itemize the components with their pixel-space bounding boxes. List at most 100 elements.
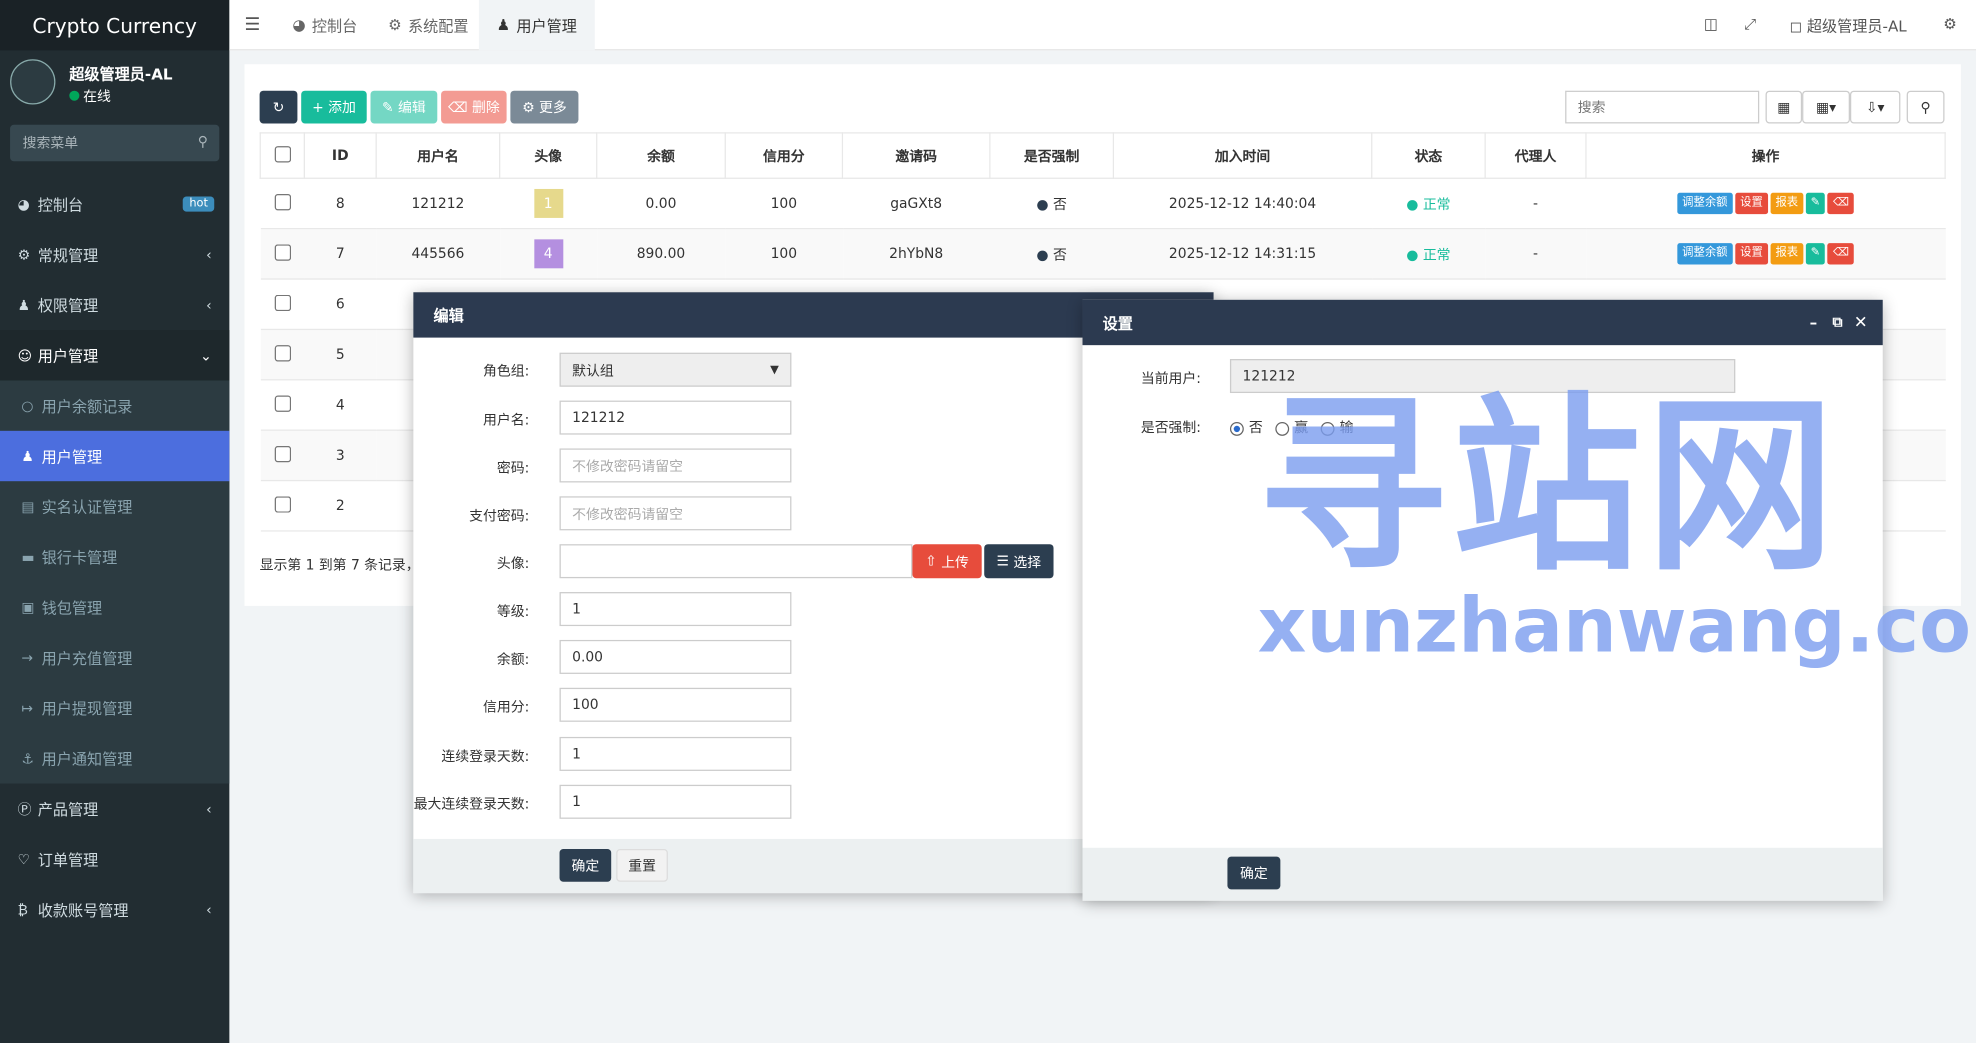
current-user-input[interactable]: 121212 — [1229, 359, 1736, 394]
upload-button[interactable]: ⇧ 上传 — [912, 544, 982, 579]
th-balance[interactable]: 余额 — [596, 132, 726, 179]
menu-toggle-icon[interactable]: ☰ — [244, 15, 260, 35]
sub-item-realname[interactable]: ▤ 实名认证管理 — [0, 481, 229, 531]
level-input[interactable]: 1 — [559, 592, 792, 627]
settings-button[interactable]: 设置 — [1735, 192, 1768, 215]
delete-button[interactable]: ⌫ 删除 — [441, 90, 507, 124]
dashboard-icon: ◕ — [17, 195, 30, 213]
sub-item-withdraw[interactable]: ↦ 用户提现管理 — [0, 683, 229, 733]
row-select-cell — [260, 430, 305, 482]
dot-icon: ● — [1036, 195, 1049, 213]
row-checkbox[interactable] — [274, 495, 291, 513]
sub-item-bankcard[interactable]: ▬ 银行卡管理 — [0, 532, 229, 582]
app-logo[interactable]: Crypto Currency — [0, 0, 230, 51]
row-checkbox[interactable] — [274, 394, 291, 412]
edit-confirm-button[interactable]: 确定 — [559, 849, 612, 882]
login-days-input[interactable]: 1 — [559, 736, 792, 771]
edit-button[interactable]: ✎ 编辑 — [370, 90, 438, 124]
minimize-icon[interactable]: – — [1810, 314, 1818, 332]
balance-input[interactable]: 0.00 — [559, 639, 792, 674]
search-icon[interactable]: ⚲ — [198, 134, 208, 150]
maximize-icon[interactable]: ⧉ — [1833, 314, 1843, 332]
edit-reset-button[interactable]: 重置 — [616, 849, 668, 882]
export-button[interactable]: ⇩▾ — [1849, 90, 1901, 124]
report-button[interactable]: 报表 — [1770, 243, 1804, 265]
menu-search-input[interactable] — [10, 124, 220, 162]
columns-button[interactable]: ▦▾ — [1802, 90, 1850, 124]
row-delete-button[interactable]: ⌫ — [1827, 243, 1854, 265]
settings-modal-title: 设置 — [1102, 314, 1133, 332]
menu-item-user[interactable]: ☺ 用户管理 ⌄ — [0, 330, 230, 381]
refresh-button[interactable]: ↻ — [259, 90, 298, 124]
close-icon[interactable]: ✕ — [1854, 313, 1868, 332]
field-label: 角色组: — [483, 362, 530, 380]
role-group-select[interactable]: 默认组 ▼ — [559, 352, 792, 387]
row-edit-button[interactable]: ✎ — [1805, 192, 1826, 215]
cell-avatar: 4 — [499, 228, 597, 280]
translate-icon[interactable]: ◫ — [1704, 15, 1718, 33]
sub-item-notice[interactable]: ⚓ 用户通知管理 — [0, 733, 229, 783]
field-label: 头像: — [496, 555, 530, 572]
select-all-checkbox[interactable] — [274, 145, 291, 162]
password-input[interactable]: 不修改密码请留空 — [559, 448, 792, 483]
row-checkbox[interactable] — [274, 243, 291, 261]
avatar — [10, 59, 56, 105]
toggle-view-button[interactable]: ▦ — [1765, 90, 1803, 124]
add-button[interactable]: + 添加 — [301, 90, 367, 124]
avatar[interactable]: 1 — [533, 188, 563, 218]
avatar-input[interactable] — [559, 544, 913, 579]
max-login-days-input[interactable]: 1 — [559, 784, 792, 819]
settings-confirm-button[interactable]: 确定 — [1227, 856, 1281, 890]
row-checkbox[interactable] — [274, 193, 291, 210]
adjust-balance-button[interactable]: 调整余额 — [1677, 243, 1733, 265]
adjust-balance-button[interactable]: 调整余额 — [1677, 192, 1733, 215]
force-option-win[interactable]: 赢 — [1275, 417, 1308, 437]
row-delete-button[interactable]: ⌫ — [1827, 192, 1854, 215]
th-join-time[interactable]: 加入时间 — [1112, 132, 1373, 179]
table-row[interactable]: 7 445566 4 890.00 100 2hYbN8 ● 否 2025-12… — [260, 228, 1946, 280]
chevron-down-icon: ⌄ — [200, 347, 212, 364]
menu-item-account[interactable]: ₿ 收款账号管理 ‹ — [0, 884, 229, 934]
force-option-lose[interactable]: 输 — [1320, 417, 1353, 437]
dot-icon: ● — [1406, 246, 1419, 263]
sub-item-user-manage[interactable]: ♟ 用户管理 — [0, 430, 230, 482]
th-id[interactable]: ID — [303, 132, 377, 179]
menu-item-dashboard[interactable]: ◕ 控制台 hot — [0, 179, 229, 229]
settings-modal-header[interactable]: 设置 – ⧉ ✕ — [1082, 299, 1883, 346]
product-icon: Ⓟ — [17, 801, 32, 818]
menu-item-general[interactable]: ⚙ 常规管理 ‹ — [0, 229, 229, 279]
menu-label: 常规管理 — [37, 246, 99, 264]
avatar[interactable]: 4 — [533, 239, 563, 269]
menu-item-order[interactable]: ♡ 订单管理 — [0, 834, 229, 884]
sub-item-wallet[interactable]: ▣ 钱包管理 — [0, 582, 229, 632]
gears-icon[interactable]: ⚙ — [1943, 15, 1957, 33]
row-select-cell — [260, 228, 305, 280]
row-edit-button[interactable]: ✎ — [1805, 243, 1826, 265]
sub-item-recharge[interactable]: → 用户充值管理 — [0, 632, 229, 682]
menu-item-product[interactable]: Ⓟ 产品管理 ‹ — [0, 784, 229, 834]
search-button[interactable]: ⚲ — [1906, 90, 1945, 124]
fullscreen-icon[interactable]: ⤢ — [1744, 15, 1756, 34]
table-search-input[interactable] — [1565, 90, 1760, 124]
user-icon: ♟ — [496, 16, 511, 35]
choose-button[interactable]: ☰ 选择 — [984, 544, 1054, 579]
credit-input[interactable]: 100 — [559, 687, 792, 722]
tab-system-config[interactable]: ⚙ 系统配置 — [370, 0, 486, 50]
tab-dashboard[interactable]: ◕ 控制台 — [275, 0, 375, 50]
tab-user-manage[interactable]: ♟ 用户管理 — [478, 0, 595, 51]
report-button[interactable]: 报表 — [1770, 192, 1804, 215]
row-checkbox[interactable] — [274, 445, 291, 462]
menu-item-auth[interactable]: ♟ 权限管理 ‹ — [0, 280, 229, 330]
sub-item-balance-log[interactable]: ○ 用户余额记录 — [0, 380, 229, 430]
topbar-user[interactable]: ◻ 超级管理员-AL — [1789, 15, 1906, 36]
th-credit[interactable]: 信用分 — [724, 132, 844, 179]
force-option-no[interactable]: 否 — [1229, 417, 1263, 437]
username-input[interactable]: 121212 — [559, 400, 792, 435]
pay-password-input[interactable]: 不修改密码请留空 — [559, 496, 792, 531]
settings-button[interactable]: 设置 — [1735, 243, 1768, 265]
more-button[interactable]: ⚙ 更多 — [510, 90, 579, 124]
row-checkbox[interactable] — [274, 344, 291, 361]
table-row[interactable]: 8 121212 1 0.00 100 gaGXt8 ● 否 2025-12-1… — [260, 178, 1946, 230]
avatar-icon: ◻ — [1789, 17, 1803, 36]
row-checkbox[interactable] — [274, 294, 291, 311]
